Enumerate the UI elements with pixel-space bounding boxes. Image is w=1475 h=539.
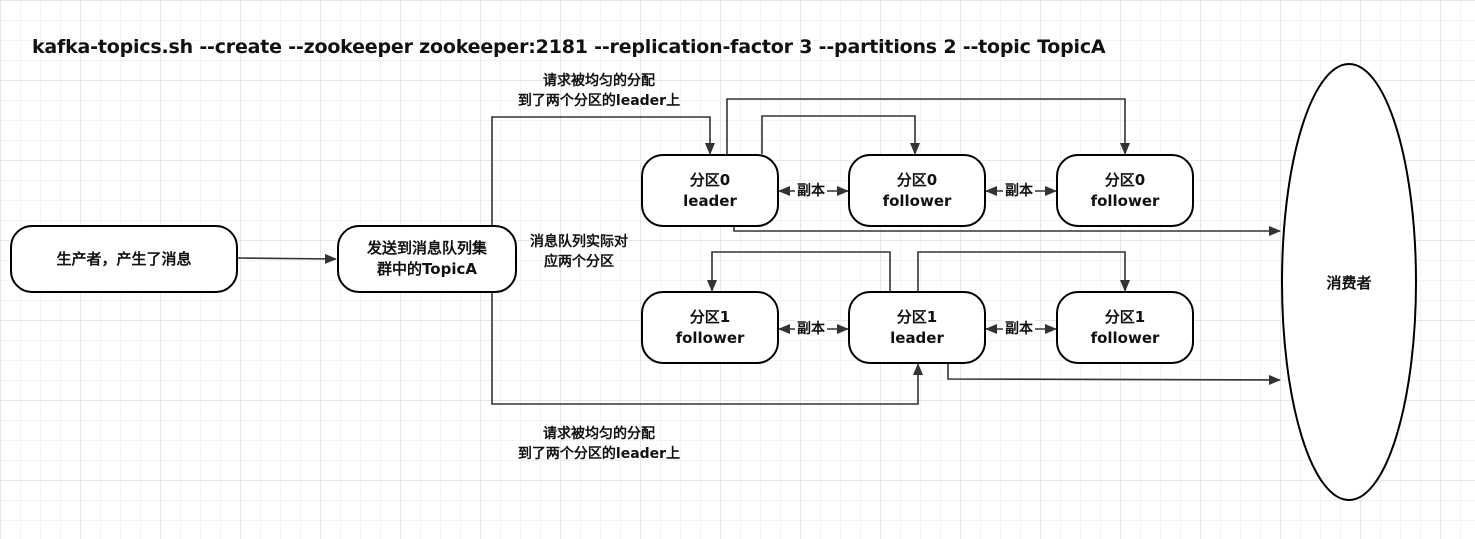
p1-leader-to-consumer-arrow [947,364,1281,385]
topic-partition-note: 消息队列实际对 应两个分区 [530,234,628,270]
partition1-leader-node: 分区1 leader [848,291,986,364]
producer-to-topic-arrow [236,253,337,264]
consumer-label: 消费者 [1326,274,1372,292]
topic-label-line2: 群中的TopicA [377,260,477,278]
request-note-bottom: 请求被均匀的分配 到了两个分区的leader上 [517,426,681,462]
p1-leader-to-follower2-arrow [917,251,1130,292]
request-note-top: 请求被均匀的分配 到了两个分区的leader上 [517,73,681,109]
topic-label-line1: 发送到消息队列集 [366,239,487,257]
p0-leader-to-follower1-arrow [761,115,920,155]
partition1-follower-node-1: 分区1 follower [641,291,779,364]
producer-node: 生产者，产生了消息 [10,225,238,293]
p0-leader-to-follower2-arrow [726,98,1130,155]
command-title: kafka-topics.sh --create --zookeeper zoo… [32,36,1106,58]
replica-label-p1-b: 副本 [1003,320,1035,338]
p0-leader-to-consumer-arrow [733,226,1281,236]
replica-label-p1-a: 副本 [795,320,827,338]
partition0-follower-node-1: 分区0 follower [848,154,986,227]
replica-label-p0-a: 副本 [795,182,827,200]
replica-label-p0-b: 副本 [1003,182,1035,200]
partition0-follower-node-2: 分区0 follower [1056,154,1194,227]
topic-node: 发送到消息队列集 群中的TopicA [337,225,517,293]
partition0-leader-node: 分区0 leader [641,154,779,227]
partition1-follower-node-2: 分区1 follower [1056,291,1194,364]
producer-label: 生产者，产生了消息 [56,249,192,268]
p1-leader-to-follower1-arrow [707,251,891,292]
